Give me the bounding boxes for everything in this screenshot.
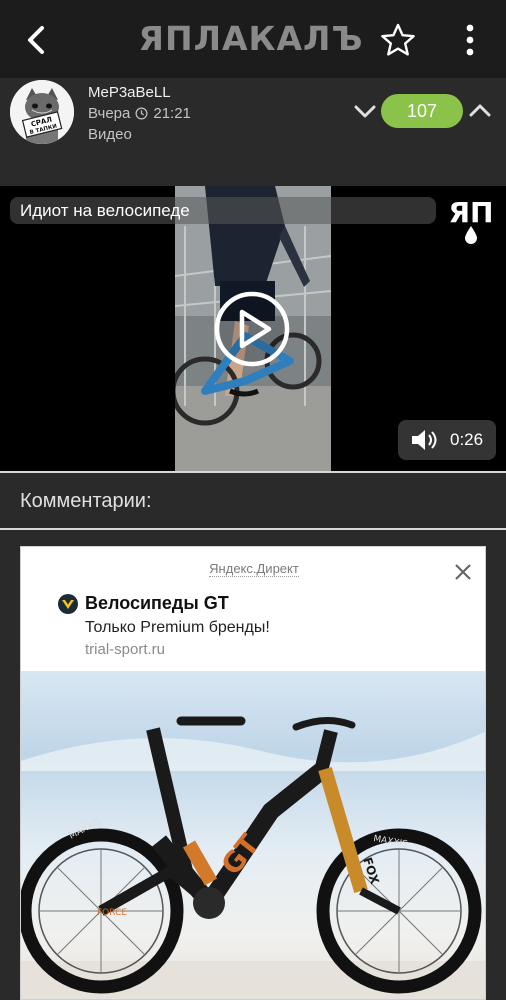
vote-down-chevron-icon[interactable]: [352, 100, 378, 122]
ad-domain[interactable]: trial-sport.ru: [85, 641, 165, 658]
vote-up-chevron-icon[interactable]: [467, 100, 493, 122]
chainring-text: FORCE: [97, 908, 127, 918]
ad-banner[interactable]: Яндекс.Директ Велосипеды GT Только Premi…: [20, 546, 486, 1000]
video-title: Идиот на велосипеде: [10, 197, 436, 224]
comments-heading: Комментарии:: [20, 490, 152, 512]
yap-watermark-text: ЯП: [449, 196, 494, 229]
ad-source-text[interactable]: Яндекс.Директ: [209, 561, 299, 577]
cat-avatar-image: СРАЛ В ТАПКИ: [10, 80, 74, 144]
app-bar: ЯПЛАКАЛЪ: [0, 0, 506, 78]
ad-bike-image[interactable]: GT FORCE FOX MAXXIS MAXXIS: [21, 671, 485, 999]
ad-text: Только Premium бренды!: [85, 619, 270, 636]
ad-source-label: Яндекс.Директ: [21, 561, 485, 577]
app-logo[interactable]: ЯПЛАКАЛЪ: [138, 18, 364, 60]
rating-badge: 107: [381, 94, 463, 128]
volume-duration-control[interactable]: 0:26: [398, 420, 496, 460]
post-header: СРАЛ В ТАПКИ MeP3aBeLL Вчера 21:21 Видео…: [0, 78, 506, 186]
divider: [0, 528, 506, 530]
play-button-icon[interactable]: [213, 290, 291, 368]
post-date: Вчера: [88, 105, 131, 122]
ad-headline[interactable]: Велосипеды GT: [85, 593, 229, 614]
video-player[interactable]: Идиот на велосипеде ЯП 0:26: [0, 186, 506, 471]
yap-watermark-icon: ЯП: [449, 196, 494, 244]
post-time: 21:21: [153, 105, 191, 122]
more-menu-icon[interactable]: [456, 22, 484, 58]
clock-icon: [135, 107, 148, 120]
volume-icon[interactable]: [410, 428, 438, 452]
mountain-bike-illustration: GT FORCE FOX MAXXIS MAXXIS: [21, 716, 485, 999]
back-chevron-icon[interactable]: [20, 22, 54, 58]
divider: [0, 471, 506, 473]
post-category[interactable]: Видео: [88, 126, 132, 143]
video-duration: 0:26: [450, 430, 484, 449]
author-avatar[interactable]: СРАЛ В ТАПКИ: [10, 80, 74, 144]
close-ad-icon[interactable]: [452, 561, 474, 583]
advertiser-logo-icon: [58, 594, 78, 614]
author-name[interactable]: MeP3aBeLL: [88, 84, 171, 101]
favorite-star-icon[interactable]: [380, 22, 416, 58]
post-datetime: Вчера 21:21: [88, 105, 191, 122]
